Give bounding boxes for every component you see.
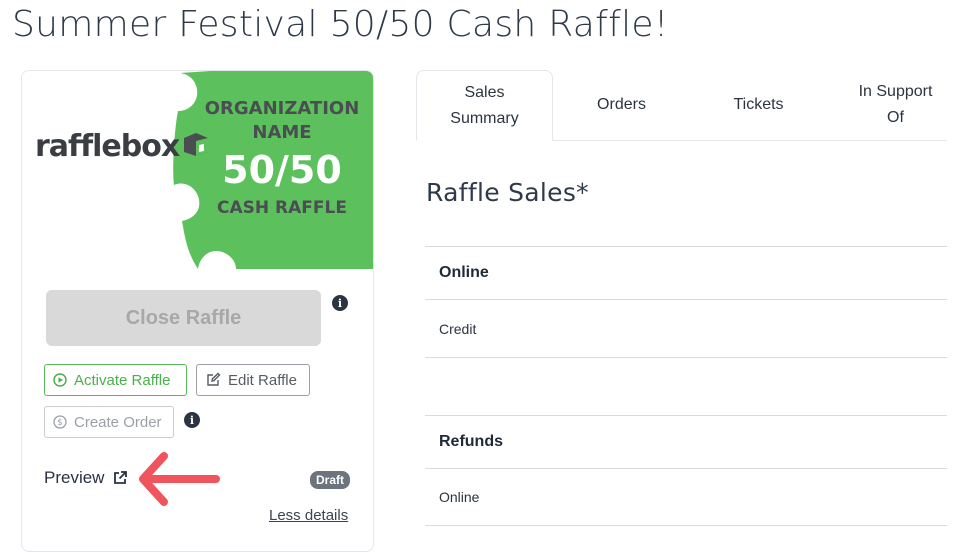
annotation-arrow-icon [139, 452, 220, 506]
tab-orders[interactable]: Orders [553, 70, 690, 140]
info-icon[interactable]: i [184, 412, 200, 428]
activate-raffle-button[interactable]: Activate Raffle [44, 364, 187, 396]
tab-tickets[interactable]: Tickets [690, 70, 827, 140]
activate-raffle-label: Activate Raffle [74, 371, 171, 389]
create-order-button[interactable]: $ Create Order [44, 406, 174, 438]
tab-bar: Sales Summary Orders Tickets In Support … [416, 70, 947, 141]
status-badge: Draft [310, 471, 351, 489]
close-raffle-button[interactable]: Close Raffle [46, 290, 321, 346]
sales-table: Online Credit Refunds Online [425, 246, 947, 526]
tab-sales-summary[interactable]: Sales Summary [416, 70, 553, 141]
table-row: Online [425, 246, 947, 299]
tab-in-support-of[interactable]: In Support Of [827, 70, 959, 140]
table-row: Online [425, 468, 947, 526]
tab-label: Sales Summary [450, 83, 519, 127]
rafflebox-logo: rafflebox [35, 129, 210, 165]
banner-text: ORGANIZATION NAME 50/50 CASH RAFFLE [194, 95, 370, 221]
row-label: Credit [439, 320, 477, 337]
less-details-link[interactable]: Less details [269, 507, 348, 524]
banner-org-line1: ORGANIZATION [204, 98, 360, 119]
row-label: Refunds [439, 433, 503, 450]
tab-label: Orders [597, 96, 646, 113]
table-row: Refunds [425, 415, 947, 468]
svg-text:$: $ [57, 418, 62, 428]
dollar-circle-icon: $ [53, 415, 67, 429]
page-title: Summer Festival 50/50 Cash Raffle! [12, 4, 669, 45]
section-title: Raffle Sales* [426, 178, 589, 207]
preview-link[interactable]: Preview [44, 468, 128, 488]
banner-cash-text: CASH RAFFLE [217, 198, 347, 218]
row-label: Online [439, 264, 489, 281]
preview-label: Preview [44, 468, 105, 487]
tab-label: Tickets [733, 96, 784, 113]
tab-label: In Support Of [858, 83, 933, 126]
edit-raffle-label: Edit Raffle [228, 371, 297, 389]
table-row [425, 357, 947, 415]
create-order-label: Create Order [74, 413, 162, 431]
info-icon[interactable]: i [332, 295, 348, 311]
raffle-banner: rafflebox ORGANIZATION NAME 50/50 CASH R… [22, 71, 373, 269]
banner-org-line2: NAME [252, 122, 312, 143]
play-circle-icon [53, 373, 67, 387]
external-link-icon [114, 471, 128, 484]
row-label: Online [439, 489, 480, 505]
edit-raffle-button[interactable]: Edit Raffle [196, 364, 310, 396]
table-row: Credit [425, 299, 947, 357]
edit-icon [207, 372, 221, 386]
banner-big-text: 50/50 [222, 148, 342, 192]
